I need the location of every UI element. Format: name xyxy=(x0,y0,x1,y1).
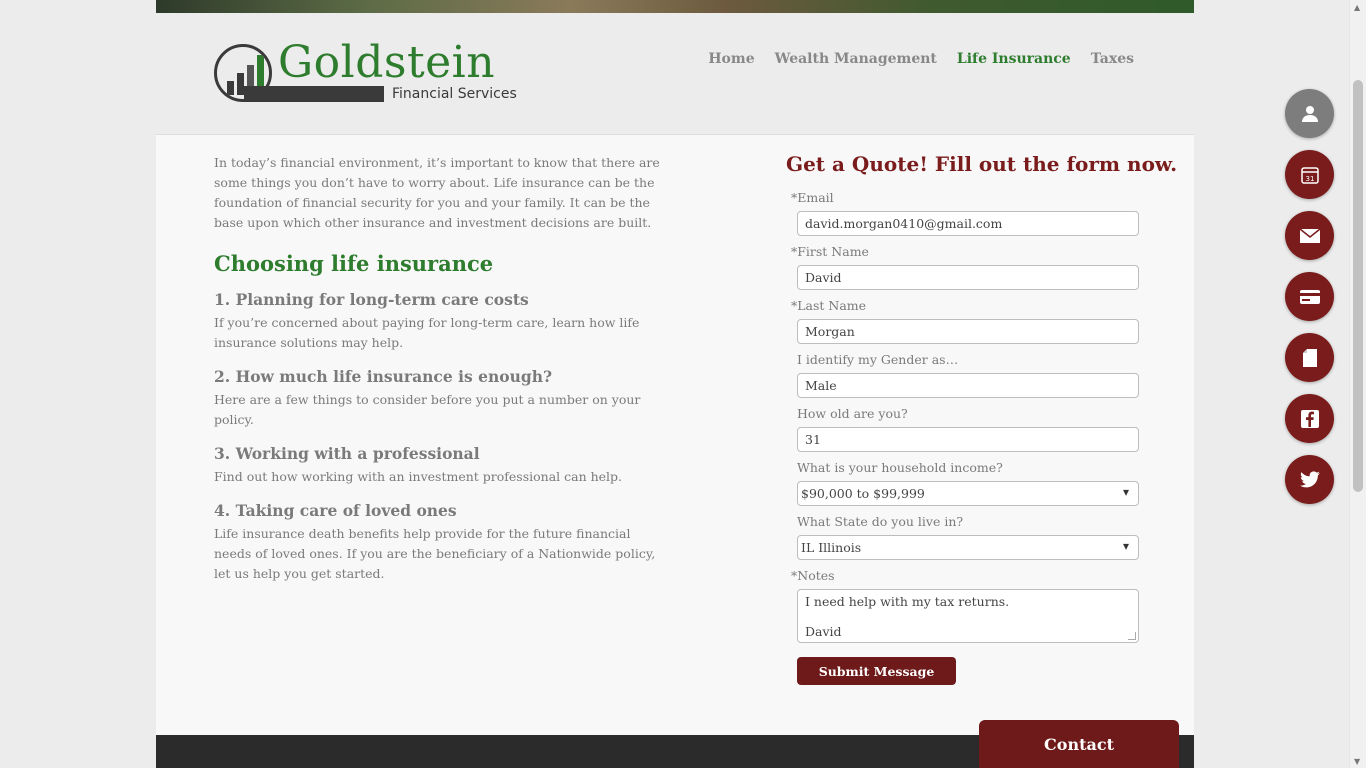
form-title: Get a Quote! Fill out the form now. xyxy=(786,152,1178,176)
first-name-field[interactable]: David xyxy=(797,265,1139,290)
article-section: 4. Taking care of loved ones Life insura… xyxy=(214,501,666,584)
notes-line: David xyxy=(805,624,842,639)
article-section: 1. Planning for long-term care costs If … xyxy=(214,290,666,353)
intro-paragraph: In today’s financial environment, it’s i… xyxy=(214,155,660,230)
nav-life-insurance[interactable]: Life Insurance xyxy=(957,51,1071,67)
site-header: Goldstein Financial Services Home Wealth… xyxy=(156,13,1194,135)
nav-wealth-management[interactable]: Wealth Management xyxy=(775,51,937,67)
notes-textarea[interactable]: I need help with my tax returns. David xyxy=(797,589,1139,643)
article-heading: Choosing life insurance xyxy=(214,251,494,276)
email-label: *Email xyxy=(791,190,834,205)
section-body: Here are a few things to consider before… xyxy=(214,392,641,427)
twitter-icon[interactable] xyxy=(1285,455,1334,504)
email-field[interactable]: david.morgan0410@gmail.com xyxy=(797,211,1139,236)
page-scrollbar[interactable]: ▲ ▼ xyxy=(1349,0,1366,768)
notes-line: I need help with my tax returns. xyxy=(805,594,1010,609)
income-select[interactable]: $90,000 to $99,999 xyxy=(797,481,1139,506)
floating-action-bar: 31 xyxy=(1285,89,1334,504)
logo-underline-bar xyxy=(244,86,384,102)
gender-field[interactable]: Male xyxy=(797,373,1139,398)
section-title: 1. Planning for long-term care costs xyxy=(214,290,529,309)
nav-home[interactable]: Home xyxy=(708,51,754,67)
last-name-field[interactable]: Morgan xyxy=(797,319,1139,344)
last-name-label: *Last Name xyxy=(791,298,867,313)
section-title: 2. How much life insurance is enough? xyxy=(214,367,553,386)
article-section: 3. Working with a professional Find out … xyxy=(214,444,666,487)
main-nav: Home Wealth Management Life Insurance Ta… xyxy=(708,51,1134,67)
first-name-label: *First Name xyxy=(791,244,869,259)
section-title: 4. Taking care of loved ones xyxy=(214,501,457,520)
main-content: In today’s financial environment, it’s i… xyxy=(156,135,1194,735)
article: In today’s financial environment, it’s i… xyxy=(214,153,666,584)
section-body: If you’re concerned about paying for lon… xyxy=(214,315,640,350)
facebook-icon[interactable] xyxy=(1285,394,1334,443)
section-body: Life insurance death benefits help provi… xyxy=(214,526,656,581)
state-label: What State do you live in? xyxy=(797,514,964,529)
logo-subtitle: Financial Services xyxy=(392,86,517,102)
age-field[interactable]: 31 xyxy=(797,427,1139,452)
document-icon[interactable] xyxy=(1285,333,1334,382)
notes-label: *Notes xyxy=(791,568,835,583)
article-section: 2. How much life insurance is enough? He… xyxy=(214,367,666,430)
submit-button[interactable]: Submit Message xyxy=(797,657,956,685)
nav-taxes[interactable]: Taxes xyxy=(1091,51,1134,67)
logo[interactable]: Goldstein Financial Services xyxy=(214,37,534,105)
quote-form: Get a Quote! Fill out the form now. *Ema… xyxy=(786,152,1178,685)
section-body: Find out how working with an investment … xyxy=(214,469,623,484)
scroll-thumb[interactable] xyxy=(1353,80,1363,492)
calendar-icon[interactable]: 31 xyxy=(1285,150,1334,199)
contact-tab-button[interactable]: Contact xyxy=(979,720,1179,768)
income-label: What is your household income? xyxy=(797,460,1003,475)
section-title: 3. Working with a professional xyxy=(214,444,480,463)
state-select[interactable]: IL Illinois xyxy=(797,535,1139,560)
scroll-down-arrow-icon[interactable]: ▼ xyxy=(1354,757,1360,766)
hero-image-strip xyxy=(156,0,1194,13)
envelope-icon[interactable] xyxy=(1285,211,1334,260)
age-label: How old are you? xyxy=(797,406,908,421)
scroll-up-arrow-icon[interactable]: ▲ xyxy=(1354,3,1360,12)
credit-card-icon[interactable] xyxy=(1285,272,1334,321)
resize-handle[interactable] xyxy=(1128,632,1136,640)
calendar-icon-date: 31 xyxy=(1305,175,1314,183)
gender-label: I identify my Gender as… xyxy=(797,352,959,367)
logo-name: Goldstein xyxy=(278,37,496,88)
user-icon[interactable] xyxy=(1285,89,1334,138)
